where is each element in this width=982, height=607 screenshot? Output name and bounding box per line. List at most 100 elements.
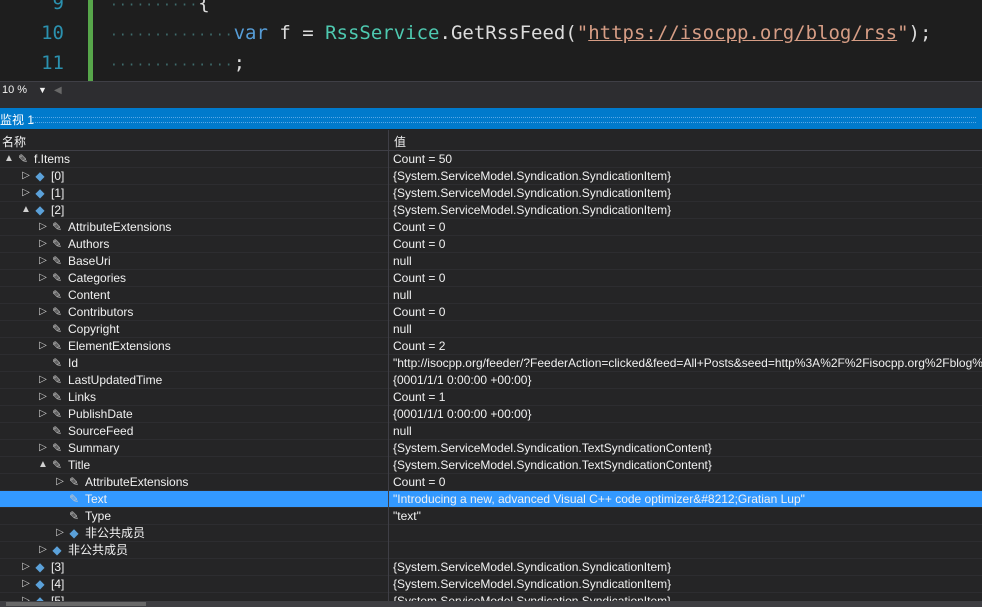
value-cell[interactable]: {System.ServiceModel.Syndication.Syndica… (389, 576, 982, 592)
name-cell[interactable]: ▷ ◆ 非公共成员 (0, 542, 388, 558)
name-cell[interactable]: ▲ ✎ Title (0, 457, 388, 473)
watch-row[interactable]: ▷ ✎ AttributeExtensions Count = 0 (0, 219, 982, 236)
watch-row[interactable]: ✎ Type "text" (0, 508, 982, 525)
watch-row[interactable]: ▷ ✎ Contributors Count = 0 (0, 304, 982, 321)
expander-icon[interactable]: ▷ (21, 560, 31, 574)
value-cell[interactable]: Count = 50 (389, 151, 982, 167)
code-line[interactable]: ··········{ (110, 0, 210, 14)
watch-row[interactable]: ▲ ◆ [2] {System.ServiceModel.Syndication.Sy… (0, 202, 982, 219)
expander-icon[interactable]: ▲ (4, 152, 14, 166)
watch-row[interactable]: ▷ ◆ [1] {System.ServiceModel.Syndication.Sy… (0, 185, 982, 202)
name-cell[interactable]: ▷ ✎ Authors (0, 236, 388, 252)
value-cell[interactable]: null (389, 253, 982, 269)
value-cell[interactable]: {System.ServiceModel.Syndication.TextSyn… (389, 440, 982, 456)
name-cell[interactable]: ▷ ◆ 非公共成员 (0, 525, 388, 541)
watch-row[interactable]: ▷ ◆ [0] {System.ServiceModel.Syndication.Sy… (0, 168, 982, 185)
name-cell[interactable]: ✎ Content (0, 287, 388, 303)
value-cell[interactable]: Count = 2 (389, 338, 982, 354)
watch-row[interactable]: ▷ ◆ 非公共成员 (0, 525, 982, 542)
watch-row[interactable]: ✎ Content null (0, 287, 982, 304)
watch-row[interactable]: ▷ ◆ 非公共成员 (0, 542, 982, 559)
watch-row[interactable]: ▷ ✎ LastUpdatedTime {0001/1/1 0:00:00 +00:0… (0, 372, 982, 389)
value-cell[interactable]: null (389, 423, 982, 439)
expander-icon[interactable]: ▷ (38, 305, 48, 319)
value-cell[interactable]: "http://isocpp.org/feeder/?FeederAction=… (389, 355, 982, 371)
value-cell[interactable]: null (389, 321, 982, 337)
name-cell[interactable]: ✎ Type (0, 508, 388, 524)
name-cell[interactable]: ✎ Id (0, 355, 388, 371)
name-cell[interactable]: ▷ ✎ Links (0, 389, 388, 405)
value-cell[interactable]: Count = 0 (389, 219, 982, 235)
name-cell[interactable]: ▷ ✎ BaseUri (0, 253, 388, 269)
expander-icon[interactable]: ▷ (21, 169, 31, 183)
name-cell[interactable]: ▷ ◆ [3] (0, 559, 388, 575)
expander-icon[interactable]: ▷ (38, 237, 48, 251)
name-cell[interactable]: ▷ ✎ Contributors (0, 304, 388, 320)
name-cell[interactable]: ✎ Text (0, 491, 388, 507)
name-cell[interactable]: ▷ ✎ LastUpdatedTime (0, 372, 388, 388)
watch-row[interactable]: ✎ SourceFeed null (0, 423, 982, 440)
expander-icon[interactable]: ▷ (38, 254, 48, 268)
name-cell[interactable]: ▷ ✎ ElementExtensions (0, 338, 388, 354)
expander-icon[interactable]: ▷ (38, 339, 48, 353)
expander-icon[interactable]: ▷ (38, 220, 48, 234)
code-url-link[interactable]: https://isocpp.org/blog/rss (588, 22, 897, 44)
expander-icon[interactable]: ▷ (21, 186, 31, 200)
expander-icon[interactable]: ▲ (21, 203, 31, 217)
watch-row[interactable]: ▷ ✎ ElementExtensions Count = 2 (0, 338, 982, 355)
name-cell[interactable]: ▷ ✎ AttributeExtensions (0, 219, 388, 235)
expander-icon[interactable]: ▷ (38, 441, 48, 455)
expander-icon[interactable]: ▷ (38, 543, 48, 557)
value-cell[interactable]: Count = 0 (389, 236, 982, 252)
column-header-name[interactable]: 名称 (2, 133, 26, 150)
column-header-value[interactable]: 值 (394, 133, 406, 150)
value-cell[interactable] (389, 542, 982, 558)
value-cell[interactable]: {System.ServiceModel.Syndication.TextSyn… (389, 457, 982, 473)
code-line[interactable]: ··············var f = RssService.GetRssF… (110, 22, 931, 44)
name-cell[interactable]: ✎ SourceFeed (0, 423, 388, 439)
value-cell[interactable]: {0001/1/1 0:00:00 +00:00} (389, 406, 982, 422)
value-cell[interactable]: null (389, 287, 982, 303)
value-cell[interactable]: "Introducing a new, advanced Visual C++ … (389, 491, 982, 507)
value-cell[interactable]: {System.ServiceModel.Syndication.Syndica… (389, 168, 982, 184)
name-cell[interactable]: ▷ ✎ Categories (0, 270, 388, 286)
code-editor[interactable]: 9 10 11 ··········{ ··············var f … (0, 0, 982, 81)
watch-row[interactable]: ▷ ✎ Summary {System.ServiceModel.Syndicatio… (0, 440, 982, 457)
value-cell[interactable]: Count = 0 (389, 304, 982, 320)
watch-row[interactable]: ▷ ✎ AttributeExtensions Count = 0 (0, 474, 982, 491)
watch-row[interactable]: ✎ Copyright null (0, 321, 982, 338)
watch-panel-titlebar[interactable]: 监视 1 (0, 108, 982, 129)
scroll-left-icon[interactable]: ◀ (54, 85, 62, 96)
name-cell[interactable]: ▷ ◆ [1] (0, 185, 388, 201)
expander-icon[interactable]: ▷ (38, 390, 48, 404)
watch-row[interactable]: ▲ ✎ f.Items Count = 50 (0, 151, 982, 168)
value-cell[interactable]: "text" (389, 508, 982, 524)
name-cell[interactable]: ✎ Copyright (0, 321, 388, 337)
zoom-level-select[interactable]: 10 % (2, 84, 27, 96)
value-cell[interactable]: {System.ServiceModel.Syndication.Syndica… (389, 185, 982, 201)
column-divider[interactable] (388, 130, 389, 150)
watch-row[interactable]: ▷ ✎ BaseUri null (0, 253, 982, 270)
name-cell[interactable]: ▷ ✎ PublishDate (0, 406, 388, 422)
expander-icon[interactable]: ▲ (38, 458, 48, 472)
value-cell[interactable]: {System.ServiceModel.Syndication.Syndica… (389, 202, 982, 218)
watch-row[interactable]: ✎ Text "Introducing a new, advanced Visual… (0, 491, 982, 508)
expander-icon[interactable]: ▷ (21, 577, 31, 591)
expander-icon[interactable]: ▷ (38, 373, 48, 387)
value-cell[interactable]: Count = 0 (389, 474, 982, 490)
horizontal-scrollbar[interactable] (0, 601, 982, 607)
watch-row[interactable]: ▷ ◆ [3] {System.ServiceModel.Syndication.Sy… (0, 559, 982, 576)
drag-grip[interactable] (32, 117, 976, 123)
expander-icon[interactable]: ▷ (55, 475, 65, 489)
watch-row[interactable]: ▷ ✎ Authors Count = 0 (0, 236, 982, 253)
name-cell[interactable]: ▷ ◆ [0] (0, 168, 388, 184)
value-cell[interactable]: {0001/1/1 0:00:00 +00:00} (389, 372, 982, 388)
chevron-down-icon[interactable]: ▼ (38, 85, 47, 95)
name-cell[interactable]: ▷ ◆ [4] (0, 576, 388, 592)
scrollbar-thumb[interactable] (6, 602, 146, 606)
value-cell[interactable]: Count = 1 (389, 389, 982, 405)
watch-row[interactable]: ▲ ✎ Title {System.ServiceModel.Syndication.… (0, 457, 982, 474)
expander-icon[interactable]: ▷ (38, 271, 48, 285)
watch-row[interactable]: ▷ ✎ PublishDate {0001/1/1 0:00:00 +00:00} (0, 406, 982, 423)
watch-row[interactable]: ✎ Id "http://isocpp.org/feeder/?FeederActi… (0, 355, 982, 372)
